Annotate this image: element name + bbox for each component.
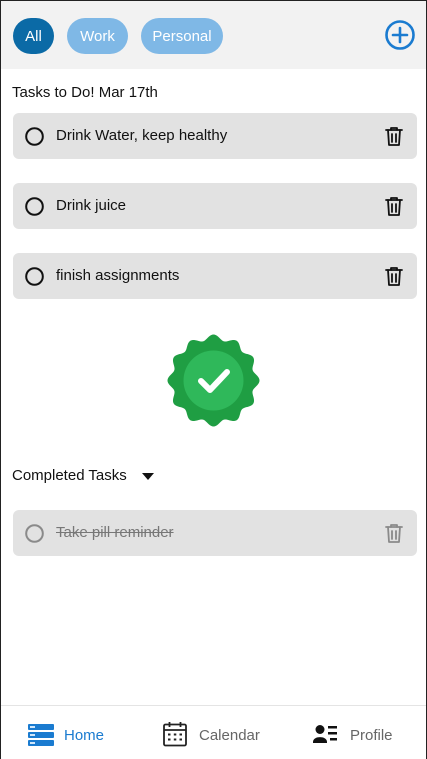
delete-task-button[interactable] [383, 195, 405, 217]
task-label: finish assignments [56, 267, 180, 284]
add-task-button[interactable] [384, 19, 416, 51]
filter-chip-all-label: All [25, 27, 42, 45]
task-complete-toggle[interactable] [25, 524, 44, 543]
delete-task-button[interactable] [383, 265, 405, 287]
task-complete-toggle[interactable] [25, 197, 44, 216]
completed-task-item[interactable]: Take pill reminder [13, 510, 417, 556]
nav-profile-label: Profile [350, 726, 393, 744]
nav-profile[interactable]: Profile [313, 723, 393, 747]
filter-bar: All Work Personal [1, 1, 426, 69]
tasks-header: Tasks to Do! Mar 17th [12, 84, 158, 101]
task-complete-toggle[interactable] [25, 267, 44, 286]
task-complete-toggle[interactable] [25, 127, 44, 146]
calendar-icon [163, 722, 187, 747]
trash-icon [385, 267, 403, 286]
checkmark-badge-icon [167, 334, 260, 427]
caret-down-icon [141, 472, 154, 480]
filter-chip-all[interactable]: All [13, 18, 54, 54]
task-label: Drink juice [56, 197, 127, 214]
trash-icon [385, 524, 403, 543]
circle-icon [25, 524, 44, 543]
task-label: Drink Water, keep healthy [56, 127, 228, 144]
nav-home-label: Home [64, 726, 105, 744]
circle-icon [25, 127, 44, 146]
list-icon [28, 724, 54, 746]
filter-chip-personal-label: Personal [152, 27, 212, 45]
nav-calendar-label: Calendar [199, 726, 260, 744]
circle-icon [25, 197, 44, 216]
completed-tasks-toggle[interactable]: Completed Tasks [12, 467, 154, 484]
trash-icon [385, 127, 403, 146]
delete-task-button[interactable] [383, 125, 405, 147]
completed-tasks-header: Completed Tasks [12, 467, 127, 484]
task-label: Take pill reminder [56, 524, 174, 541]
delete-task-button[interactable] [383, 522, 405, 544]
task-item[interactable]: Drink juice [13, 183, 417, 229]
bottom-navigation: Home Calendar Profile [1, 705, 426, 759]
nav-calendar[interactable]: Calendar [162, 722, 260, 747]
filter-chip-work[interactable]: Work [67, 18, 128, 54]
filter-chip-personal[interactable]: Personal [141, 18, 223, 54]
task-item[interactable]: Drink Water, keep healthy [13, 113, 417, 159]
circle-icon [25, 267, 44, 286]
nav-home[interactable]: Home [27, 723, 104, 747]
task-item[interactable]: finish assignments [13, 253, 417, 299]
contact-card-icon [313, 725, 337, 743]
filter-chip-work-label: Work [80, 27, 115, 45]
trash-icon [385, 197, 403, 216]
